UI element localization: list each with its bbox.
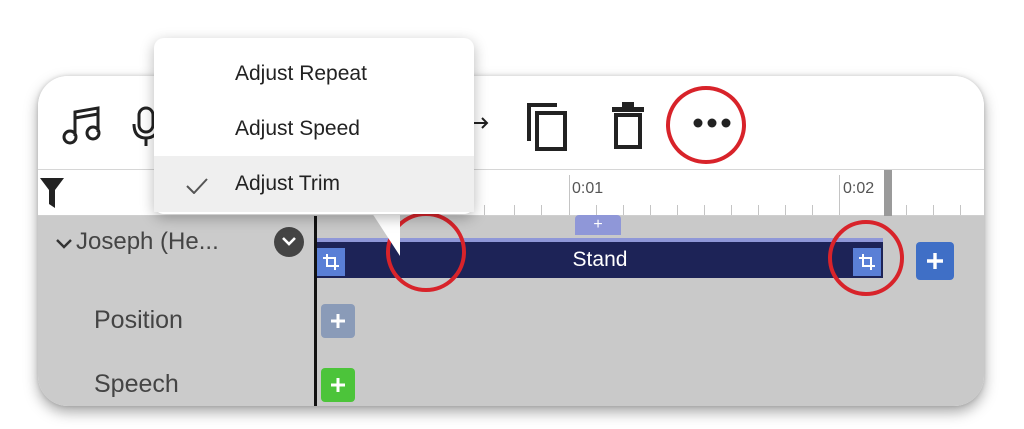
ruler-tick — [960, 205, 961, 215]
music-icon[interactable] — [58, 100, 108, 150]
ruler-tick — [704, 205, 705, 215]
ruler-tick — [758, 205, 759, 215]
checkmark-icon — [186, 178, 208, 194]
ruler-tick — [623, 205, 624, 215]
plus-icon — [331, 314, 345, 328]
playhead[interactable] — [884, 170, 892, 216]
ruler-tick — [839, 175, 840, 215]
clip-adjust-menu: Adjust Repeat Adjust Speed Adjust Trim — [154, 38, 474, 214]
trim-start-handle[interactable] — [317, 248, 345, 276]
duplicate-icon[interactable] — [522, 98, 572, 154]
menu-item-label: Adjust Repeat — [235, 62, 367, 85]
highlight-ring-more-options — [666, 86, 746, 164]
plus-icon — [331, 378, 345, 392]
ruler-tick — [541, 205, 542, 215]
ruler-label-1s: 0:01 — [572, 180, 604, 197]
track-labels: Joseph (He... Position Speech — [38, 216, 314, 406]
ruler-tick — [596, 205, 597, 215]
trash-icon[interactable] — [608, 100, 648, 152]
menu-item-adjust-repeat[interactable]: Adjust Repeat — [154, 46, 474, 102]
ruler-tick — [650, 205, 651, 215]
ruler-label-2s: 0:02 — [843, 180, 875, 197]
row-label-position: Position — [94, 306, 183, 334]
plus-icon — [927, 253, 943, 269]
menu-item-label: Adjust Trim — [235, 172, 341, 195]
menu-pointer — [370, 210, 400, 256]
ruler-tick — [569, 175, 570, 215]
screenshot: 0:01 0:02 Joseph (He... Position Speech … — [0, 0, 1024, 429]
menu-item-adjust-speed[interactable]: Adjust Speed — [154, 101, 474, 157]
track-header[interactable]: Joseph (He... — [56, 224, 306, 260]
ruler-tick — [484, 205, 485, 215]
filter-icon[interactable] — [38, 176, 66, 210]
row-label-speech: Speech — [94, 370, 179, 398]
menu-item-adjust-trim[interactable]: Adjust Trim — [154, 156, 474, 212]
add-action-button[interactable] — [916, 242, 954, 280]
ruler-tick — [812, 205, 813, 215]
clip-insert-button[interactable]: + — [575, 215, 621, 235]
ruler-tick — [677, 205, 678, 215]
ruler-tick — [933, 205, 934, 215]
track-name: Joseph (He... — [76, 228, 219, 255]
ruler-tick — [906, 205, 907, 215]
trim-icon — [323, 254, 339, 270]
add-position-keyframe-button[interactable] — [321, 304, 355, 338]
add-speech-button[interactable] — [321, 368, 355, 402]
chevron-down-icon[interactable] — [56, 238, 72, 250]
ruler-tick — [785, 205, 786, 215]
highlight-ring-trim-end — [828, 220, 904, 296]
track-options-icon[interactable] — [274, 227, 304, 257]
menu-item-label: Adjust Speed — [235, 117, 360, 140]
ruler-tick — [514, 205, 515, 215]
ruler-tick — [731, 205, 732, 215]
